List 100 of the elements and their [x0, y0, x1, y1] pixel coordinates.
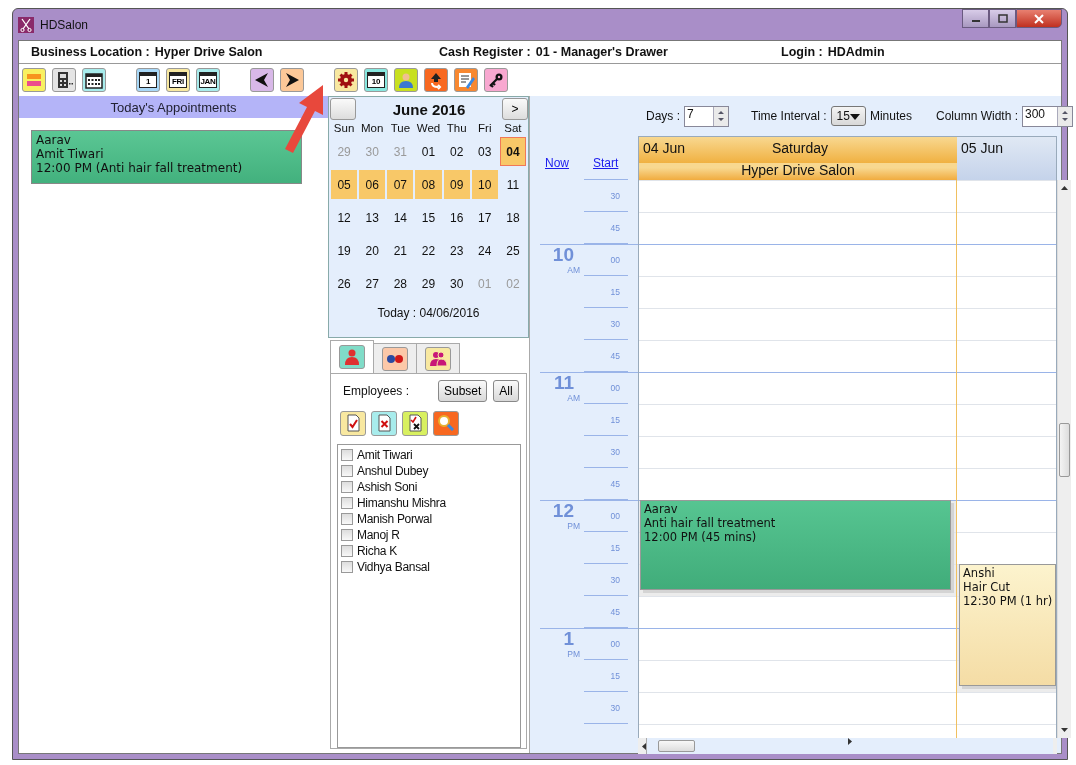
tab[interactable] [330, 340, 374, 373]
calendar-day[interactable]: 09 [443, 170, 470, 199]
calendar-day[interactable]: 18 [499, 203, 526, 232]
vertical-scrollbar[interactable] [1057, 180, 1071, 738]
checkbox[interactable] [341, 513, 353, 525]
checkbox[interactable] [341, 497, 353, 509]
calendar-day[interactable]: 23 [443, 236, 470, 265]
calendar-day[interactable]: 10 [471, 170, 498, 199]
tab[interactable] [373, 343, 417, 373]
calendar-button[interactable]: 10 [364, 68, 388, 92]
link[interactable]: Now [545, 155, 569, 170]
field-label: Days : [646, 109, 680, 123]
calendar-day[interactable]: 16 [443, 203, 470, 232]
month-title: June 2016 [392, 100, 466, 118]
gear-icon [336, 70, 356, 90]
filter-button[interactable]: Subset [438, 380, 488, 402]
calendar-button[interactable]: FRI [166, 68, 190, 92]
maximize-button[interactable] [989, 9, 1016, 28]
weekday-label: Saturday [771, 140, 828, 156]
key-button[interactable] [484, 68, 508, 92]
calendar-day[interactable]: 03 [471, 137, 498, 166]
calendar-day[interactable]: 14 [387, 203, 414, 232]
checkbox[interactable] [341, 449, 353, 461]
calendar-day[interactable]: 11 [499, 170, 526, 199]
minute-label: 45 [610, 606, 620, 617]
select-all-button[interactable] [340, 410, 366, 436]
calendar-button[interactable]: JAN [196, 68, 220, 92]
calendar-day[interactable]: 24 [471, 236, 498, 265]
calendar-button[interactable]: 1 [136, 68, 160, 92]
close-button[interactable] [1016, 9, 1062, 28]
day-header[interactable]: 04 Jun Saturday Hyper Drive Salon [639, 137, 957, 181]
appointment-card[interactable]: Aarav Amit Tiwari 12:00 PM (Anti hair fall treatment) [31, 130, 302, 184]
minute-label: 00 [610, 639, 620, 649]
field-label: Column Width : [936, 109, 1018, 123]
checkbox[interactable] [341, 465, 353, 477]
calendar-day[interactable]: 07 [387, 170, 414, 199]
day-header[interactable]: 05 Jun [957, 137, 1056, 181]
employee-name[interactable]: Manish Porwal [357, 512, 432, 526]
appointment-card[interactable]: Aarav Anti hair fall treatment 12:00 PM (45 mins) [640, 500, 951, 590]
employee-name[interactable]: Amit Tiwari [357, 448, 413, 462]
back-button[interactable] [250, 68, 274, 92]
calendar-day[interactable]: 06 [359, 170, 386, 199]
employee-name[interactable]: Ashish Soni [357, 480, 418, 494]
appointment-card[interactable]: Anshi Hair Cut 12:30 PM (1 hr) [959, 564, 1056, 686]
calendar-day[interactable]: 01 [415, 137, 442, 166]
arrows-button[interactable] [424, 68, 448, 92]
calendar-day[interactable]: 28 [387, 269, 414, 298]
column-width-spinner[interactable]: 300 [1022, 105, 1073, 127]
month-view-button[interactable] [82, 68, 106, 92]
clear-all-button[interactable] [371, 410, 397, 436]
checkbox[interactable] [341, 529, 353, 541]
calendar-day[interactable]: 25 [499, 236, 526, 265]
checkbox[interactable] [341, 481, 353, 493]
appointment-text: Anshi [963, 566, 996, 580]
scroll-thumb[interactable] [1059, 423, 1070, 477]
search-button[interactable] [433, 410, 459, 436]
calendar-day[interactable]: 20 [359, 236, 386, 265]
previous-month-button[interactable] [330, 98, 356, 120]
tab[interactable] [416, 343, 460, 373]
settings-button[interactable] [334, 68, 358, 92]
calendar-day[interactable]: 19 [331, 236, 358, 265]
field-value: Hyper Drive Salon [154, 45, 263, 59]
calendar-day[interactable]: 12 [331, 203, 358, 232]
forward-button[interactable] [280, 68, 304, 92]
employee-name[interactable]: Himanshu Mishra [357, 496, 446, 510]
person-button[interactable] [394, 68, 418, 92]
calendar-day[interactable]: 27 [359, 269, 386, 298]
filter-button[interactable]: All [493, 380, 519, 402]
interval-dropdown[interactable]: 15 [830, 106, 866, 126]
edit-button[interactable] [454, 68, 478, 92]
calendar-day[interactable]: 13 [359, 203, 386, 232]
employee-name[interactable]: Anshul Dubey [357, 464, 429, 478]
calendar-day[interactable]: 30 [443, 269, 470, 298]
employee-name[interactable]: Vidhya Bansal [357, 560, 430, 574]
device-button[interactable] [52, 68, 76, 92]
calendar-icon [84, 70, 104, 90]
calendar-day[interactable]: 22 [415, 236, 442, 265]
link[interactable]: Start [593, 155, 619, 170]
appointment-text: 12:00 PM (45 mins) [644, 530, 758, 544]
employee-name[interactable]: Richa K [357, 544, 397, 558]
checkbox[interactable] [341, 561, 353, 573]
calendar-day[interactable]: 08 [415, 170, 442, 199]
calendar-day[interactable]: 21 [387, 236, 414, 265]
period-label: PM [567, 521, 580, 531]
calendar-day[interactable]: 02 [443, 137, 470, 166]
employee-name[interactable]: Manoj R [357, 528, 400, 542]
calendar-day[interactable]: 15 [415, 203, 442, 232]
period-label: PM [567, 649, 580, 659]
days-spinner[interactable]: 7 [684, 105, 729, 127]
calendar-day[interactable]: 29 [415, 269, 442, 298]
next-month-button[interactable]: > [502, 98, 528, 120]
calendar-day[interactable]: 17 [471, 203, 498, 232]
calendar-day[interactable]: 05 [331, 170, 358, 199]
scroll-thumb[interactable] [658, 740, 695, 752]
calendar-day[interactable]: 04 [499, 137, 526, 166]
calendar-day[interactable]: 26 [331, 269, 358, 298]
checkbox[interactable] [341, 545, 353, 557]
invert-selection-button[interactable] [402, 410, 428, 436]
bars-button[interactable] [22, 68, 46, 92]
minimize-button[interactable] [962, 9, 989, 28]
